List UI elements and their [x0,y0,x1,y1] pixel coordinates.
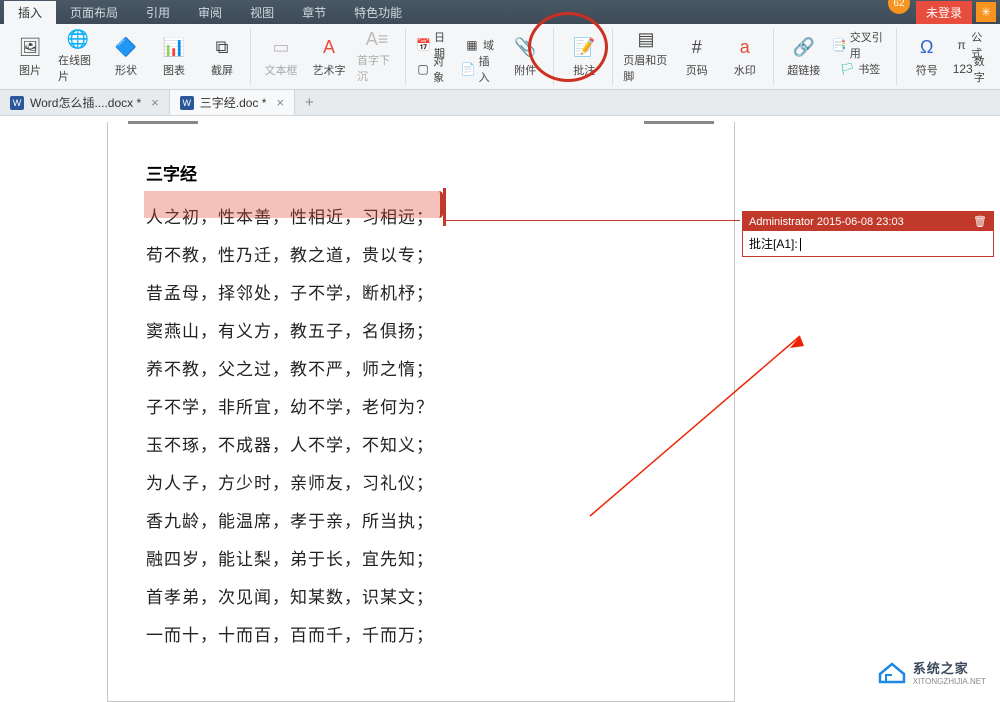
document-line[interactable]: 子不学，非所宜，幼不学，老何为？ [146,389,696,427]
document-title: 三字经 [146,160,696,185]
document-tab-label: 三字经.doc * [200,94,267,111]
link-icon: 🔗 [792,36,816,60]
word-doc-icon: W [180,96,194,110]
dropcap-icon: A≡ [365,29,389,50]
number-icon: 123 [955,61,971,77]
wordart-button[interactable]: A艺术字 [307,28,351,85]
document-line[interactable]: 为人子，方少时，亲师友，习礼仪； [146,465,696,503]
insert-icon: 📄 [461,61,476,77]
bookmark-button[interactable]: 🏳书签 [830,57,890,81]
document-tab-bar: W Word怎么插....docx * × W 三字经.doc * × + [0,90,1000,116]
symbol-button[interactable]: Ω符号 [905,28,949,85]
document-canvas: 三字经 人之初，性本善，性相近，习相远；苟不教，性乃迁，教之道，贵以专；昔孟母，… [0,116,1000,700]
ribbon-group-symbols: Ω符号 π公式 123数字 [899,28,998,85]
document-line[interactable]: 苟不教，性乃迁，教之道，贵以专； [146,237,696,275]
comment-body[interactable]: 批注[A1]: [743,231,993,256]
dropcap-button[interactable]: A≡首字下沉 [355,28,399,85]
chart-icon: 📊 [162,36,186,60]
menu-tab-reference[interactable]: 引用 [132,1,184,24]
shape-icon: 🔷 [114,36,138,60]
site-watermark: 系统之家 XITONGZHIJIA.NET [877,658,986,686]
comment-header: Administrator 2015-06-08 23:03 🗑 [743,212,993,231]
screenshot-icon: ⧉ [210,36,234,60]
watermark-icon: a [733,36,757,60]
menu-tab-view[interactable]: 视图 [236,1,288,24]
pagenum-icon: # [685,36,709,60]
menu-tab-feature[interactable]: 特色功能 [340,1,416,24]
comment-box[interactable]: Administrator 2015-06-08 23:03 🗑 批注[A1]: [742,211,994,257]
insert-picture-button[interactable]: 🖼图片 [8,28,52,85]
menu-tab-review[interactable]: 审阅 [184,1,236,24]
wordart-icon: A [317,36,341,60]
object-icon: ▢ [416,61,430,77]
ribbon-group-insert: 📅日期 ▢对象 ▦域 📄插入 📎附件 [408,28,554,85]
delete-comment-icon[interactable]: 🗑 [973,215,987,228]
number-button[interactable]: 123数字 [953,57,992,81]
text-highlight [144,191,443,218]
comment-connector-line [446,220,740,222]
settings-icon[interactable]: ✳ [976,2,996,22]
ribbon-group-comment: 📝批注 [556,28,613,85]
main-menubar: 插入 页面布局 引用 审阅 视图 章节 特色功能 62 未登录 ✳ [0,0,1000,24]
insert-chart-button[interactable]: 📊图表 [152,28,196,85]
header-icon: ▤ [634,29,658,50]
document-line[interactable]: 首孝弟，次见闻，知某数，识某文； [146,579,696,617]
field-icon: ▦ [464,37,480,53]
picture-icon: 🖼 [18,36,42,60]
close-tab-icon[interactable]: × [151,95,159,110]
insert-ribbon: 🖼图片 🌐在线图片 🔷形状 📊图表 ⧉截屏 ▭文本框 A艺术字 A≡首字下沉 📅… [0,24,1000,90]
document-line[interactable]: 融四岁，能让梨，弟于长，宜先知； [146,541,696,579]
menu-tab-insert[interactable]: 插入 [4,1,56,24]
house-logo-icon [877,660,907,684]
ribbon-group-header: ▤页眉和页脚 #页码 a水印 [615,28,773,85]
page-number-button[interactable]: #页码 [675,28,719,85]
document-line[interactable]: 玉不琢，不成器，人不学，不知义； [146,427,696,465]
close-tab-icon[interactable]: × [276,95,284,110]
bookmark-icon: 🏳 [839,61,855,77]
ruler-mark [644,121,714,124]
ribbon-group-illustrations: 🖼图片 🌐在线图片 🔷形状 📊图表 ⧉截屏 [2,28,251,85]
attachment-icon: 📎 [513,36,537,60]
attachment-button[interactable]: 📎附件 [503,28,547,85]
header-footer-button[interactable]: ▤页眉和页脚 [621,28,670,85]
menu-tab-layout[interactable]: 页面布局 [56,1,132,24]
document-line[interactable]: 香九龄，能温席，孝于亲，所当执； [146,503,696,541]
new-tab-button[interactable]: + [295,94,324,111]
document-tab-2[interactable]: W 三字经.doc * × [170,90,295,115]
notification-badge[interactable]: 62 [888,0,910,14]
calendar-icon: 📅 [416,37,431,53]
document-body[interactable]: 人之初，性本善，性相近，习相远；苟不教，性乃迁，教之道，贵以专；昔孟母，择邻处，… [146,199,696,655]
text-cursor [800,238,801,251]
document-tab-label: Word怎么插....docx * [30,94,141,111]
watermark-button[interactable]: a水印 [723,28,767,85]
symbol-icon: Ω [915,36,939,60]
hyperlink-button[interactable]: 🔗超链接 [782,28,826,85]
xref-icon: 📑 [832,37,847,53]
ribbon-group-text: ▭文本框 A艺术字 A≡首字下沉 [253,28,406,85]
insert-shape-button[interactable]: 🔷形状 [104,28,148,85]
insert-button[interactable]: 📄插入 [459,57,500,81]
document-tab-1[interactable]: W Word怎么插....docx * × [0,90,170,115]
online-picture-icon: 🌐 [66,29,90,50]
object-button[interactable]: ▢对象 [414,57,455,81]
comment-icon: 📝 [572,36,596,60]
formula-icon: π [955,37,969,53]
textbox-icon: ▭ [269,36,293,60]
document-line[interactable]: 一而十，十而百，百而千，千而万； [146,617,696,655]
ruler-mark [128,121,198,124]
comment-button[interactable]: 📝批注 [562,28,606,85]
word-doc-icon: W [10,96,24,110]
textbox-button[interactable]: ▭文本框 [259,28,303,85]
document-line[interactable]: 昔孟母，择邻处，子不学，断机杼； [146,275,696,313]
menu-tab-section[interactable]: 章节 [288,1,340,24]
cross-reference-button[interactable]: 📑交叉引用 [830,33,890,57]
insert-online-picture-button[interactable]: 🌐在线图片 [56,28,100,85]
document-line[interactable]: 养不教，父之过，教不严，师之惰； [146,351,696,389]
document-line[interactable]: 窦燕山，有义方，教五子，名俱扬； [146,313,696,351]
ribbon-group-links: 🔗超链接 📑交叉引用 🏳书签 [776,28,897,85]
screenshot-button[interactable]: ⧉截屏 [200,28,244,85]
login-button[interactable]: 未登录 [916,1,972,24]
